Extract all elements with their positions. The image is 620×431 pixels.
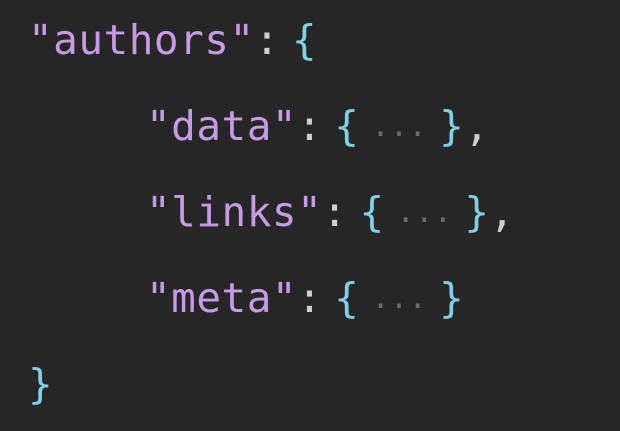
close-brace: } (439, 102, 465, 150)
open-brace: { (334, 274, 360, 322)
comma: , (489, 188, 515, 236)
fold-ellipsis-data[interactable]: ... (371, 109, 427, 144)
open-brace: { (291, 16, 318, 64)
json-key-links: "links" (146, 188, 323, 236)
json-key-data: "data" (146, 102, 298, 150)
close-brace: } (464, 188, 490, 236)
json-key-authors: "authors" (28, 16, 255, 64)
close-brace: } (28, 360, 54, 408)
code-line-meta: "meta":{...} (146, 270, 464, 326)
comma: , (464, 102, 490, 150)
code-line-links: "links":{...}, (146, 184, 515, 240)
colon: : (297, 274, 323, 322)
code-editor-view: "authors":{ "data":{...}, "links":{...},… (0, 0, 620, 431)
open-brace: { (359, 188, 385, 236)
code-line-authors: "authors":{ (28, 12, 317, 68)
close-brace: } (439, 274, 465, 322)
code-line-closing: } (28, 356, 53, 412)
fold-ellipsis-links[interactable]: ... (397, 195, 453, 230)
json-key-meta: "meta" (146, 274, 298, 322)
open-brace: { (334, 102, 360, 150)
colon: : (297, 102, 323, 150)
code-line-data: "data":{...}, (146, 98, 490, 154)
fold-ellipsis-meta[interactable]: ... (371, 281, 427, 316)
colon: : (322, 188, 348, 236)
colon: : (254, 16, 280, 64)
